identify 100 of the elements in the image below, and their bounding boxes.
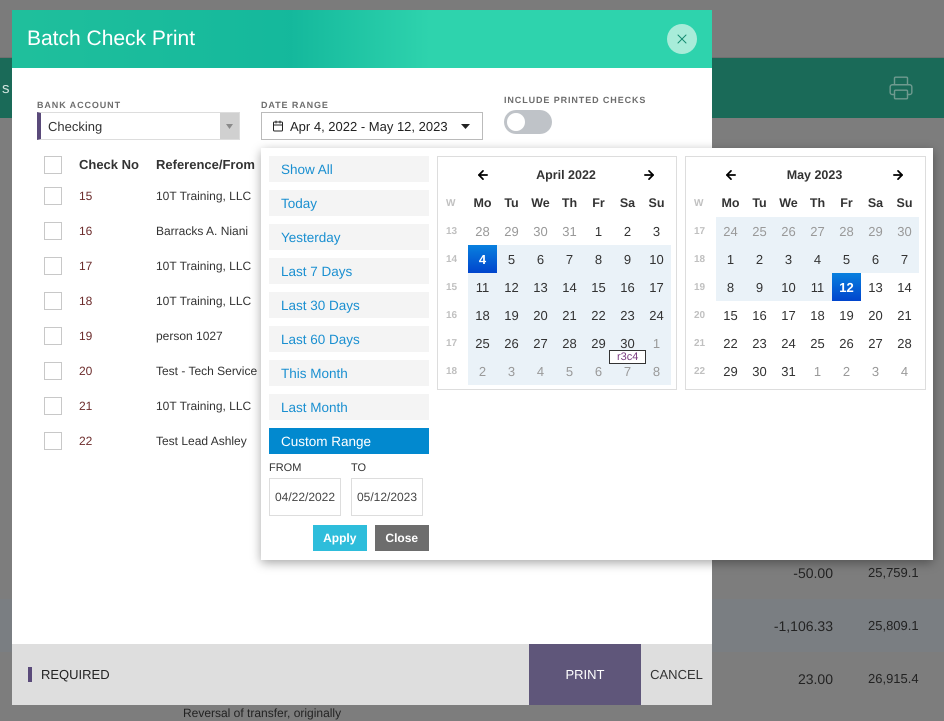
day-cell[interactable]: 22 [584,301,613,329]
day-cell[interactable]: 27 [861,329,890,357]
checkbox[interactable] [44,326,62,344]
print-button[interactable]: PRINT [529,644,641,705]
day-cell[interactable]: 14 [890,273,919,301]
day-cell[interactable]: 6 [861,245,890,273]
checkbox[interactable] [44,186,62,204]
checkbox[interactable] [44,432,62,450]
day-cell[interactable]: 8 [584,245,613,273]
day-cell[interactable]: 5 [497,245,526,273]
day-cell[interactable]: 12 [832,273,861,301]
field-label: DATE RANGE [261,100,330,110]
day-cell[interactable]: 16 [613,273,642,301]
day-cell[interactable]: 10 [774,273,803,301]
arrow-right-icon[interactable] [642,168,656,182]
day-cell[interactable]: 17 [774,301,803,329]
day-cell[interactable]: 22 [716,329,745,357]
toolbar-text: s [2,80,10,96]
day-cell[interactable]: 21 [890,301,919,329]
day-cell[interactable]: 7 [890,245,919,273]
range-option[interactable]: Custom Range [269,428,429,454]
day-cell[interactable]: 16 [745,301,774,329]
checkbox[interactable] [44,222,62,240]
day-cell[interactable]: 3 [774,245,803,273]
day-cell[interactable]: 17 [642,273,671,301]
day-cell[interactable]: 2 [745,245,774,273]
cancel-button[interactable]: CANCEL [641,644,712,705]
day-cell[interactable]: 12 [497,273,526,301]
day-cell[interactable]: 29 [584,329,613,357]
week-number: 15 [446,280,458,294]
weekday-label: Tu [751,195,768,212]
week-number: 20 [694,308,706,322]
day-cell[interactable]: 19 [832,301,861,329]
week-number: 14 [446,252,458,266]
day-cell[interactable]: 24 [642,301,671,329]
checkbox[interactable] [44,256,62,274]
close-button[interactable]: Close [374,525,429,551]
checkbox[interactable] [44,292,62,310]
tooltip: r3c4 [609,350,646,364]
day-cell[interactable]: 27 [526,329,555,357]
arrow-left-icon[interactable] [724,168,738,182]
day-cell[interactable]: 3 [642,217,671,245]
day-cell[interactable]: 23 [613,301,642,329]
day-cell[interactable]: 26 [832,329,861,357]
checkbox[interactable] [44,156,62,174]
week-number: 18 [446,364,458,378]
day-cell[interactable]: 24 [774,329,803,357]
day-cell[interactable]: 18 [803,301,832,329]
day-cell[interactable]: 2 [613,217,642,245]
day-cell[interactable]: 28 [555,329,584,357]
to-date-field[interactable]: 05/12/2023 [351,478,423,516]
day-cell[interactable]: 11 [468,273,497,301]
day-cell[interactable]: 15 [716,301,745,329]
day-cell[interactable]: 1 [716,245,745,273]
checkbox[interactable] [44,396,62,414]
day-cell[interactable]: 13 [526,273,555,301]
day-cell[interactable]: 23 [745,329,774,357]
reference-text: Barracks A. Niani [156,224,250,238]
week-number: 17 [446,336,458,350]
month-title: May 2023 [786,168,842,182]
day-cell[interactable]: 28 [890,329,919,357]
day-cell[interactable]: 8 [716,273,745,301]
arrow-right-icon[interactable] [890,168,905,182]
day-cell[interactable]: 1 [584,217,613,245]
day-cell[interactable]: 9 [745,273,774,301]
day-cell[interactable]: 4 [803,245,832,273]
calendar-icon [272,120,284,132]
day-cell[interactable]: 10 [642,245,671,273]
day-cell[interactable]: 4 [468,245,497,273]
day-cell[interactable]: 29 [716,357,745,385]
day-cell[interactable]: 25 [468,329,497,357]
week-number: 13 [446,224,458,238]
date-range-field[interactable]: Apr 4, 2022 - May 12, 2023 [261,112,483,140]
check-number: 20 [79,364,94,378]
day-cell[interactable]: 7 [555,245,584,273]
day-cell[interactable]: 14 [555,273,584,301]
day-cell[interactable]: 5 [832,245,861,273]
day-cell[interactable]: 13 [861,273,890,301]
bank-account-select[interactable]: Checking [37,112,240,140]
day-cell[interactable]: 6 [526,245,555,273]
toggle-switch[interactable] [504,110,552,134]
week-number: 21 [694,336,706,350]
day-cell[interactable]: 18 [468,301,497,329]
day-cell[interactable]: 31 [774,357,803,385]
day-cell[interactable]: 30 [745,357,774,385]
day-cell[interactable]: 11 [803,273,832,301]
day-cell[interactable]: 26 [497,329,526,357]
day-cell[interactable]: 20 [861,301,890,329]
week-number: 17 [694,224,706,238]
close-button[interactable] [667,24,697,54]
printer-icon[interactable] [888,75,914,101]
day-cell[interactable]: 21 [555,301,584,329]
checkbox[interactable] [44,362,62,380]
day-cell[interactable]: 20 [526,301,555,329]
weekday-label: Fr [591,195,606,212]
from-date-field[interactable]: 04/22/2022 [269,478,341,516]
day-cell[interactable]: 25 [803,329,832,357]
day-cell[interactable]: 15 [584,273,613,301]
day-cell[interactable]: 19 [497,301,526,329]
day-cell[interactable]: 9 [613,245,642,273]
